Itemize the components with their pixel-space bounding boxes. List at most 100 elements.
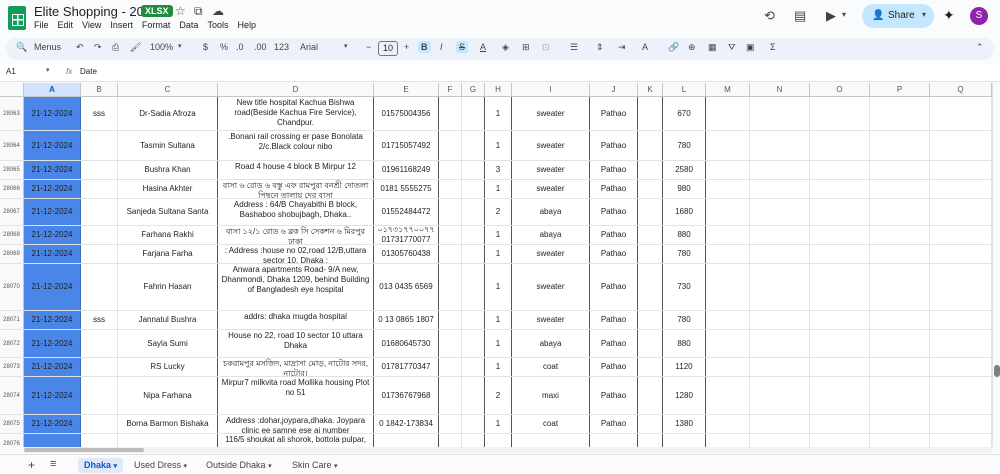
empty-cell[interactable] [638, 199, 663, 225]
empty-cell[interactable] [706, 377, 750, 414]
phone-cell[interactable]: 013 0435 6569 [374, 264, 439, 310]
empty-cell[interactable] [439, 131, 462, 160]
menu-help[interactable]: Help [237, 20, 256, 30]
tab-skin-care[interactable]: Skin Care ▾ [286, 458, 344, 473]
column-header-e[interactable]: E [374, 83, 439, 97]
tag-cell[interactable] [81, 377, 118, 414]
empty-cell[interactable] [750, 358, 810, 376]
increase-decimal-button[interactable]: .00 [254, 42, 267, 52]
phone-cell[interactable]: 0 13 0865 1807 [374, 311, 439, 329]
price-cell[interactable]: 1280 [663, 377, 706, 414]
filter-views-icon[interactable]: ▣ [746, 42, 755, 53]
courier-cell[interactable]: Pathao [590, 161, 638, 179]
row-header[interactable]: 28066 [0, 180, 24, 198]
font-select[interactable]: Arial [300, 42, 318, 52]
menu-tools[interactable]: Tools [207, 20, 228, 30]
empty-cell[interactable] [930, 161, 992, 179]
redo-icon[interactable]: ↷ [94, 42, 102, 53]
empty-cell[interactable] [638, 161, 663, 179]
empty-cell[interactable] [462, 434, 485, 447]
tab-outside-dhaka[interactable]: Outside Dhaka ▾ [200, 458, 278, 473]
row-header[interactable]: 28065 [0, 161, 24, 179]
empty-cell[interactable] [706, 434, 750, 447]
menu-insert[interactable]: Insert [110, 20, 133, 30]
courier-cell[interactable]: Pathao [590, 415, 638, 433]
column-header-o[interactable]: O [810, 83, 870, 97]
price-cell[interactable]: 1120 [663, 358, 706, 376]
quantity-cell[interactable]: 3 [485, 161, 512, 179]
empty-cell[interactable] [870, 161, 930, 179]
sheet-grid[interactable]: 28063 21-12-2024 sss Dr-Sadia Afroza New tit… [0, 97, 992, 447]
currency-button[interactable]: $ [203, 42, 208, 52]
empty-cell[interactable] [706, 245, 750, 263]
tag-cell[interactable] [81, 131, 118, 160]
quantity-cell[interactable]: 1 [485, 330, 512, 357]
menu-format[interactable]: Format [142, 20, 171, 30]
empty-cell[interactable] [439, 161, 462, 179]
customer-name-cell[interactable]: Jannatul Bushra [118, 311, 218, 329]
empty-cell[interactable] [870, 264, 930, 310]
vertical-scrollbar[interactable] [992, 83, 1000, 447]
increase-font-size-button[interactable]: + [404, 42, 409, 52]
row-header[interactable]: 28075 [0, 415, 24, 433]
address-cell[interactable]: Anwara apartments Road- 9/A new, Dhanmon… [218, 264, 374, 310]
price-cell[interactable]: 780 [663, 311, 706, 329]
empty-cell[interactable] [750, 131, 810, 160]
item-cell[interactable]: coat [512, 358, 590, 376]
empty-cell[interactable] [930, 311, 992, 329]
date-cell[interactable]: 21-12-2024 [24, 358, 81, 376]
empty-cell[interactable] [750, 264, 810, 310]
tab-used-dress[interactable]: Used Dress ▾ [128, 458, 193, 473]
tag-cell[interactable] [81, 358, 118, 376]
empty-cell[interactable] [638, 311, 663, 329]
quantity-cell[interactable] [485, 434, 512, 447]
empty-cell[interactable] [750, 377, 810, 414]
price-cell[interactable]: 2580 [663, 161, 706, 179]
italic-button[interactable]: I [440, 42, 443, 52]
customer-name-cell[interactable] [118, 434, 218, 447]
empty-cell[interactable] [638, 264, 663, 310]
price-cell[interactable]: 880 [663, 226, 706, 244]
customer-name-cell[interactable]: Bushra Khan [118, 161, 218, 179]
tab-chevron-icon[interactable]: ▾ [268, 463, 272, 470]
zoom-chevron-icon[interactable]: ▾ [178, 42, 182, 50]
item-cell[interactable]: sweater [512, 311, 590, 329]
price-cell[interactable]: 780 [663, 131, 706, 160]
empty-cell[interactable] [638, 415, 663, 433]
print-icon[interactable]: ⎙ [112, 42, 119, 53]
empty-cell[interactable] [638, 226, 663, 244]
empty-cell[interactable] [750, 434, 810, 447]
document-title[interactable]: Elite Shopping - 2024 [34, 4, 158, 19]
vertical-scroll-thumb[interactable] [994, 365, 1000, 377]
address-cell[interactable]: : Address :house no 02,road 12/B,uttara … [218, 245, 374, 263]
quantity-cell[interactable]: 1 [485, 311, 512, 329]
empty-cell[interactable] [870, 226, 930, 244]
empty-cell[interactable] [439, 97, 462, 130]
empty-cell[interactable] [810, 358, 870, 376]
empty-cell[interactable] [930, 245, 992, 263]
row-header[interactable]: 28068 [0, 226, 24, 244]
date-cell[interactable]: 21-12-2024 [24, 226, 81, 244]
empty-cell[interactable] [462, 97, 485, 130]
phone-cell[interactable]: 01552484472 [374, 199, 439, 225]
empty-cell[interactable] [870, 311, 930, 329]
courier-cell[interactable] [590, 434, 638, 447]
empty-cell[interactable] [930, 377, 992, 414]
empty-cell[interactable] [810, 415, 870, 433]
font-size-input[interactable]: 10 [378, 41, 398, 56]
empty-cell[interactable] [750, 415, 810, 433]
date-cell[interactable]: 21-12-2024 [24, 311, 81, 329]
quantity-cell[interactable]: 2 [485, 199, 512, 225]
filter-icon[interactable]: ⛛ [728, 42, 736, 53]
meet-icon[interactable]: ▶ [826, 8, 836, 24]
empty-cell[interactable] [439, 415, 462, 433]
customer-name-cell[interactable]: Nipa Farhana [118, 377, 218, 414]
empty-cell[interactable] [439, 199, 462, 225]
address-cell[interactable]: addrs: dhaka mugda hospital [218, 311, 374, 329]
date-cell[interactable]: 21-12-2024 [24, 264, 81, 310]
price-cell[interactable]: 1380 [663, 415, 706, 433]
undo-icon[interactable]: ↶ [76, 42, 84, 53]
avatar[interactable]: S [970, 7, 988, 25]
column-header-g[interactable]: G [462, 83, 485, 97]
strikethrough-button[interactable]: S [456, 41, 469, 53]
